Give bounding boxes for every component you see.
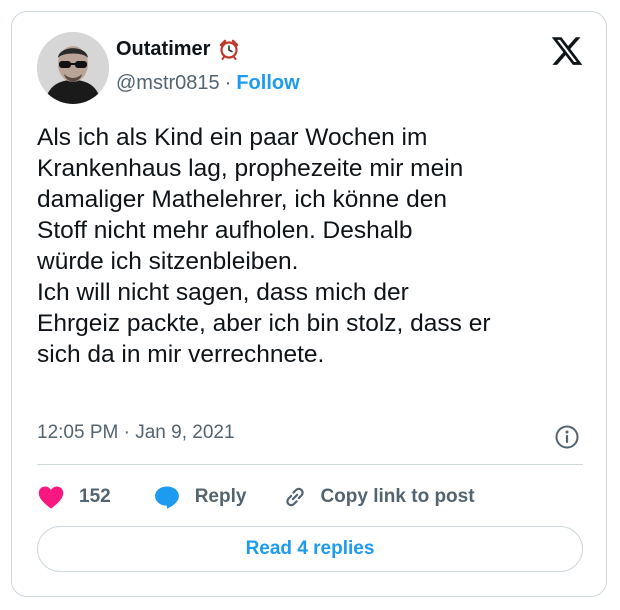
avatar-image — [37, 32, 109, 104]
read-replies-button[interactable]: Read 4 replies — [37, 526, 583, 572]
avatar[interactable] — [37, 32, 109, 104]
separator-dot: · — [224, 71, 232, 94]
reply-button[interactable]: Reply — [153, 484, 247, 510]
author-name-row: Outatimer — [116, 36, 240, 62]
copy-link-label: Copy link to post — [320, 486, 475, 507]
tweet-timestamp[interactable]: 12:05 PM · Jan 9, 2021 — [37, 422, 235, 444]
copy-link-button[interactable]: Copy link to post — [282, 484, 475, 510]
author-name[interactable]: Outatimer — [116, 38, 210, 61]
info-icon[interactable] — [554, 424, 580, 450]
follow-button[interactable]: Follow — [236, 72, 299, 95]
x-logo-icon[interactable] — [550, 34, 584, 68]
heart-icon — [37, 484, 65, 510]
speech-bubble-icon — [153, 484, 181, 510]
link-icon — [282, 484, 308, 510]
alarm-clock-icon — [218, 38, 240, 60]
like-button[interactable]: 152 — [37, 484, 111, 510]
like-count: 152 — [79, 486, 111, 507]
divider — [37, 464, 583, 465]
author-handle[interactable]: @mstr0815 — [116, 72, 220, 95]
tweet-text: Als ich als Kind ein paar Wochen im Kran… — [37, 124, 491, 368]
action-bar: 152 Reply Copy link to post — [37, 482, 475, 512]
reply-label: Reply — [194, 486, 247, 507]
author-handle-row: @mstr0815 · Follow — [116, 70, 300, 96]
read-replies-label: Read 4 replies — [245, 538, 375, 559]
tweet-card: Outatimer @mstr0815 · Follow Als ich als… — [11, 11, 607, 597]
